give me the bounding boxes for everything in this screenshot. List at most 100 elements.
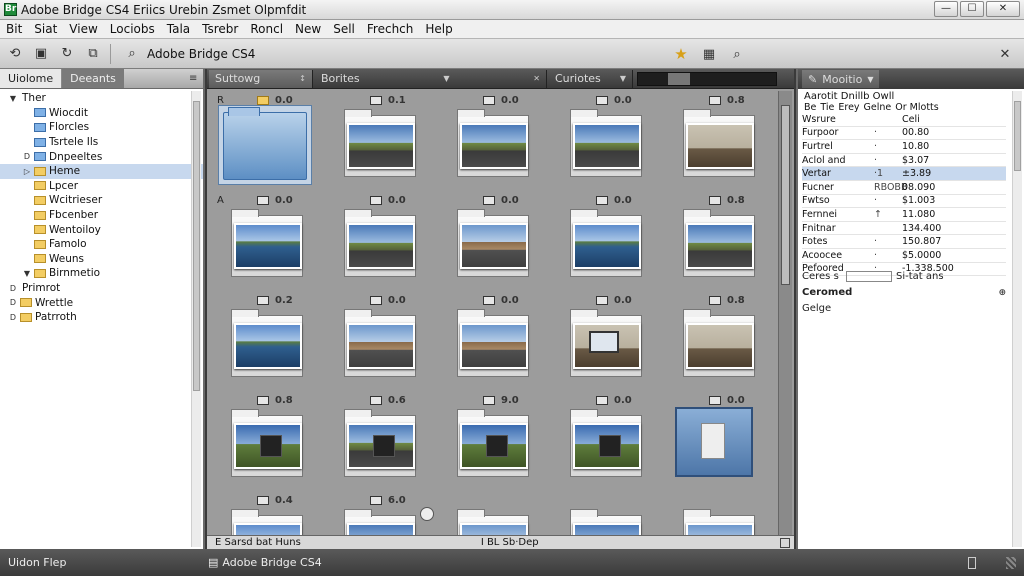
metadata-input-field[interactable] [846, 271, 892, 282]
scroll-thumb[interactable] [193, 101, 200, 391]
menu-item[interactable]: Siat [34, 22, 57, 36]
tree-toggle-icon[interactable]: ▼ [22, 269, 32, 278]
thumbnail-size-slider[interactable] [637, 71, 777, 86]
thumbnail-cell[interactable]: 0.0 [437, 291, 550, 391]
thumbnail-cell[interactable]: 0.0 [324, 191, 437, 291]
panel-menu-icon[interactable]: ≡ [189, 69, 203, 88]
thumbnail-cell[interactable]: 0.2 [211, 291, 324, 391]
tree-toggle-icon[interactable]: D [8, 284, 18, 293]
menu-item[interactable]: Frechch [367, 22, 414, 36]
folders-scrollbar[interactable] [191, 91, 201, 547]
chevron-down-icon[interactable]: ▼ [443, 74, 449, 83]
thumbnail[interactable] [675, 407, 757, 481]
thumbnail-cell[interactable]: 0.0 [437, 91, 550, 191]
menu-item[interactable]: Tsrebr [202, 22, 238, 36]
thumbnail[interactable] [564, 409, 644, 481]
menu-item[interactable]: Roncl [250, 22, 283, 36]
view-toggle-icon[interactable] [780, 537, 790, 548]
tree-item[interactable]: ▷ Heme [0, 163, 203, 179]
thumbnail-cell[interactable]: 9.0 [437, 391, 550, 491]
metadata-row[interactable]: Fucner RBOBB 08.090 [802, 181, 1006, 195]
tree-item[interactable]: Lpcer [0, 179, 203, 194]
thumbnail-cell[interactable]: 0.8 [663, 291, 776, 391]
metadata-column-header[interactable]: Gelne [864, 102, 892, 113]
refresh-icon[interactable]: ↻ [56, 44, 78, 64]
thumbnail-cell[interactable]: A 0.0 [211, 191, 324, 291]
thumbnail[interactable] [564, 209, 644, 281]
tab-metadata[interactable]: ✎ Mooitio ▼ [802, 70, 880, 88]
tab-favorites[interactable]: Deeants [62, 69, 124, 88]
tree-item[interactable]: ▼ Ther [0, 91, 203, 106]
save-icon[interactable]: ▣ [30, 44, 52, 64]
scroll-thumb[interactable] [781, 105, 790, 285]
tree-item[interactable]: Famolo [0, 237, 203, 252]
copy-icon[interactable]: ⧉ [82, 44, 104, 64]
tree-toggle-icon[interactable]: ▷ [22, 167, 32, 176]
close-tab-icon[interactable]: ✕ [533, 74, 540, 83]
tree-item[interactable]: ▼ Birnmetio [0, 266, 203, 281]
thumbnail-cell[interactable]: 0.0 [550, 191, 663, 291]
menu-item[interactable]: Help [425, 22, 452, 36]
chevron-down-icon[interactable]: ▼ [867, 75, 873, 84]
tree-item[interactable]: Florcles [0, 120, 203, 135]
thumbnail[interactable] [564, 309, 644, 381]
section-camera[interactable]: Ceromed ⊕ [802, 287, 1006, 298]
metadata-row[interactable]: Fotes · 150.807 [802, 235, 1006, 249]
resize-grip-icon[interactable] [1006, 556, 1016, 569]
section-general[interactable]: Gelge [802, 303, 1006, 314]
thumbnail[interactable] [338, 409, 418, 481]
metadata-row[interactable]: Furpoor · 00.80 [802, 127, 1006, 141]
thumbnail[interactable] [677, 209, 757, 281]
menu-item[interactable]: New [295, 22, 321, 36]
thumbnail-cell[interactable]: 0.6 [324, 391, 437, 491]
thumbnail-cell[interactable]: 0.0 [550, 91, 663, 191]
thumbnail-cell[interactable]: 0.8 [663, 91, 776, 191]
thumbnail-cell[interactable]: 0.8 [211, 391, 324, 491]
metadata-row[interactable]: Fnitnar 134.400 [802, 222, 1006, 236]
metadata-row[interactable]: Fwtso · $1.003 [802, 195, 1006, 209]
tab-sorting[interactable]: Suttowg ↕ [209, 69, 313, 88]
expand-icon[interactable]: ⊕ [998, 288, 1006, 298]
thumbnail-cell[interactable]: R 0.0 [211, 91, 324, 191]
menu-item[interactable]: Lociobs [110, 22, 155, 36]
thumbnail-cell[interactable]: 0.0 [437, 191, 550, 291]
selected-thumbnail[interactable] [218, 105, 312, 185]
reload-icon[interactable]: ⟲ [4, 44, 26, 64]
menu-item[interactable]: View [69, 22, 97, 36]
tree-item[interactable]: D Dnpeeltes [0, 149, 203, 164]
tree-toggle-icon[interactable]: D [22, 152, 32, 161]
metadata-row[interactable]: Furtrel · 10.80 [802, 140, 1006, 154]
grid-icon[interactable]: ▦ [698, 44, 720, 64]
tree-item[interactable]: Wcitrieser [0, 193, 203, 208]
metadata-row[interactable]: Acoocee · $5.0000 [802, 249, 1006, 263]
metadata-row[interactable]: Wsrure Celi [802, 113, 1006, 127]
tree-item[interactable]: Fbcenber [0, 208, 203, 223]
thumbnail[interactable] [451, 309, 531, 381]
chevron-down-icon[interactable]: ▼ [620, 74, 626, 83]
tree-toggle-icon[interactable]: D [8, 298, 18, 307]
metadata-row[interactable]: Vertar ·1 ±3.89 [802, 167, 1006, 181]
thumbnail[interactable] [225, 309, 305, 381]
search-icon[interactable]: ⌕ [726, 44, 748, 64]
slider-knob[interactable] [668, 72, 690, 85]
tree-item[interactable]: Wentoiloy [0, 222, 203, 237]
thumbnail-cell[interactable]: 0.0 [550, 291, 663, 391]
thumbnail[interactable] [225, 409, 305, 481]
metadata-scrollbar[interactable] [1012, 91, 1022, 547]
thumbnail[interactable] [338, 209, 418, 281]
thumbnail-cell[interactable]: 0.0 [550, 391, 663, 491]
sort-icon[interactable]: ↕ [299, 74, 306, 83]
metadata-column-header[interactable]: Be [804, 102, 816, 113]
thumbnail[interactable] [338, 309, 418, 381]
metadata-row[interactable]: Aclol and · $3.07 [802, 154, 1006, 168]
tree-item[interactable]: Wiocdit [0, 106, 203, 121]
toggle-icon[interactable] [968, 556, 976, 569]
thumbnail[interactable] [564, 109, 644, 181]
rotate-dial-icon[interactable] [420, 507, 434, 521]
menu-item[interactable]: Sell [333, 22, 355, 36]
thumbnail-cell[interactable]: 0.8 [663, 191, 776, 291]
scroll-thumb[interactable] [1014, 101, 1021, 171]
path-label[interactable]: Adobe Bridge CS4 [147, 47, 255, 61]
tree-toggle-icon[interactable]: D [8, 313, 18, 322]
tree-item[interactable]: D Wrettle [0, 295, 203, 310]
